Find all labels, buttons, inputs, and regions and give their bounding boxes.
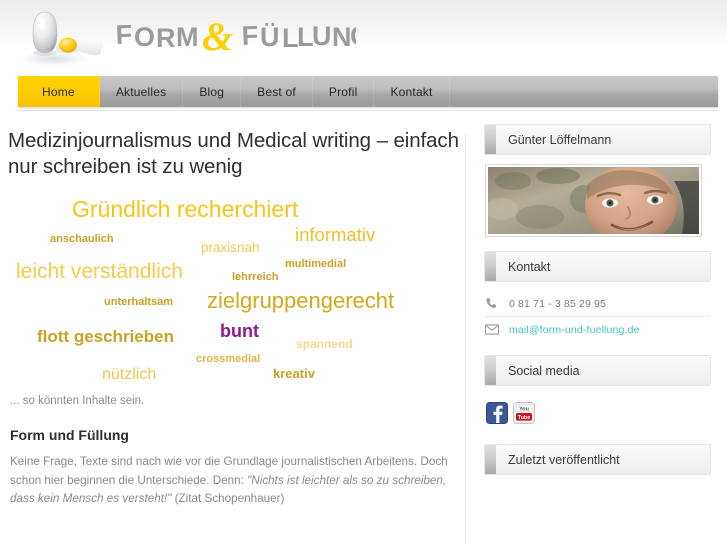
svg-text:F: F bbox=[241, 20, 260, 51]
widget-body-social: You Tube bbox=[484, 386, 711, 434]
cloud-word[interactable]: crossmedial bbox=[196, 353, 260, 365]
body-text-part2: (Zitat Schopenhauer) bbox=[171, 492, 285, 505]
cloud-word[interactable]: nützlich bbox=[102, 366, 156, 384]
grip-icon bbox=[485, 252, 496, 281]
page-title: Medizinjournalismus und Medical writing … bbox=[8, 129, 459, 178]
cloud-word[interactable]: leicht verständlich bbox=[16, 260, 183, 284]
cloud-word[interactable]: praxisnah bbox=[201, 240, 260, 255]
grip-icon bbox=[485, 125, 496, 154]
nav-item-blog[interactable]: Blog bbox=[183, 76, 242, 107]
svg-text:F: F bbox=[116, 19, 134, 50]
main-navigation: Home Aktuelles Blog Best of Profil Konta… bbox=[0, 74, 727, 110]
widget-social: Social media You Tube bbox=[484, 355, 711, 434]
nav-item-aktuelles[interactable]: Aktuelles bbox=[100, 76, 184, 107]
social-links: You Tube bbox=[485, 395, 710, 434]
cloud-word[interactable]: zielgruppengerecht bbox=[207, 288, 394, 314]
nav-item-home[interactable]: Home bbox=[18, 76, 100, 107]
svg-text:Tube: Tube bbox=[518, 415, 530, 421]
widget-header-social: Social media bbox=[484, 355, 711, 386]
cloud-word[interactable]: Gründlich recherchiert bbox=[72, 196, 298, 223]
section-title: Form und Füllung bbox=[10, 427, 129, 443]
widget-body-contact: 0 81 71 - 3 85 29 95 mail@form-und-fuell… bbox=[484, 282, 711, 342]
page-body: Medizinjournalismus und Medical writing … bbox=[0, 110, 727, 545]
main-column: Medizinjournalismus und Medical writing … bbox=[0, 124, 465, 544]
cloud-word[interactable]: multimedial bbox=[285, 258, 346, 270]
svg-text:G: G bbox=[350, 21, 356, 51]
facebook-link[interactable] bbox=[486, 402, 508, 424]
nav-item-best-of[interactable]: Best of bbox=[241, 76, 313, 107]
contact-phone: 0 81 71 - 3 85 29 95 bbox=[509, 297, 606, 310]
widget-title-social: Social media bbox=[508, 363, 580, 378]
youtube-link[interactable]: You Tube bbox=[513, 402, 535, 424]
svg-text:&: & bbox=[202, 14, 233, 59]
portrait-photo bbox=[488, 167, 699, 234]
site-logo[interactable]: F O R M F Ü L L U N G & bbox=[14, 2, 356, 74]
nav-item-profil[interactable]: Profil bbox=[313, 76, 375, 107]
grip-icon bbox=[485, 356, 496, 385]
cloud-caption: ... so könnten Inhalte sein. bbox=[10, 395, 145, 407]
envelope-icon bbox=[485, 324, 509, 335]
contact-phone-row: 0 81 71 - 3 85 29 95 bbox=[485, 291, 710, 316]
widget-recent: Zuletzt veröffentlicht bbox=[484, 444, 711, 475]
svg-text:R: R bbox=[156, 23, 177, 53]
nav-item-kontakt[interactable]: Kontakt bbox=[374, 76, 450, 107]
cloud-word[interactable]: informativ bbox=[295, 224, 375, 246]
cloud-word[interactable]: flott geschrieben bbox=[37, 327, 174, 347]
youtube-icon: You Tube bbox=[513, 402, 535, 424]
cloud-word[interactable]: bunt bbox=[220, 321, 259, 342]
cloud-word[interactable]: lehrreich bbox=[232, 271, 278, 283]
widget-portrait: Günter Löffelmann bbox=[484, 124, 711, 237]
svg-text:O: O bbox=[134, 22, 157, 52]
widget-header-portrait: Günter Löffelmann bbox=[484, 124, 711, 155]
egg-logo-icon bbox=[20, 11, 104, 66]
widget-title-portrait: Günter Löffelmann bbox=[508, 132, 612, 147]
widget-body-portrait bbox=[484, 155, 711, 237]
nav-bar: Home Aktuelles Blog Best of Profil Konta… bbox=[18, 76, 718, 107]
widget-title-recent: Zuletzt veröffentlicht bbox=[508, 452, 620, 467]
cloud-word[interactable]: unterhaltsam bbox=[104, 296, 173, 308]
cloud-word[interactable]: kreativ bbox=[273, 366, 315, 381]
widget-header-recent: Zuletzt veröffentlicht bbox=[484, 444, 711, 475]
widget-title-contact: Kontakt bbox=[508, 259, 551, 274]
site-header: F O R M F Ü L L U N G & bbox=[0, 0, 727, 74]
facebook-icon bbox=[486, 402, 508, 424]
body-paragraph: Keine Frage, Texte sind nach wie vor die… bbox=[10, 453, 460, 509]
cloud-word[interactable]: spannend bbox=[296, 337, 353, 351]
phone-icon bbox=[485, 297, 509, 310]
avatar bbox=[485, 164, 702, 237]
cloud-word[interactable]: anschaulich bbox=[50, 233, 114, 245]
contact-email-row[interactable]: mail@form-und-fuellung.de bbox=[485, 316, 710, 342]
svg-text:Ü: Ü bbox=[260, 22, 281, 52]
svg-text:M: M bbox=[176, 22, 200, 52]
word-cloud: Gründlich recherchiert anschaulich informa… bbox=[8, 188, 473, 393]
widget-contact: Kontakt 0 81 71 - 3 85 29 95 mail@form-u… bbox=[484, 251, 711, 342]
brand-wordmark: F O R M F Ü L L U N G & bbox=[116, 14, 356, 59]
svg-text:You: You bbox=[519, 407, 529, 413]
widget-header-contact: Kontakt bbox=[484, 251, 711, 282]
svg-text:U: U bbox=[312, 21, 333, 51]
contact-email-link[interactable]: mail@form-und-fuellung.de bbox=[509, 324, 640, 336]
sidebar: Günter Löffelmann Kontakt 0 81 71 - 3 85… bbox=[484, 124, 720, 544]
grip-icon bbox=[485, 445, 496, 474]
